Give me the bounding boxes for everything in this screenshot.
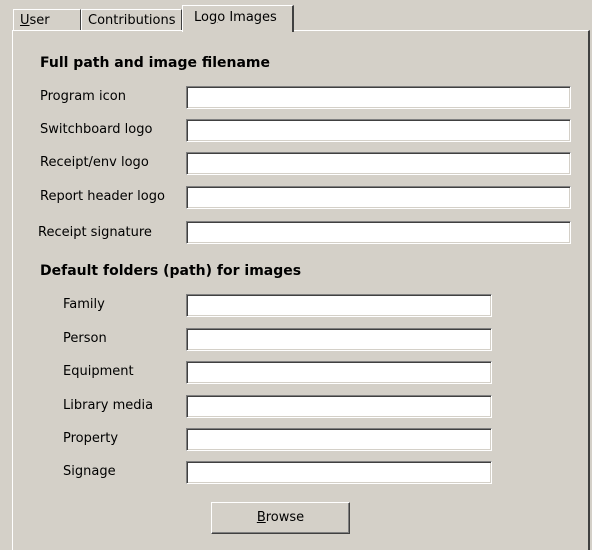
receipt-env-logo-label: Receipt/env logo [40, 155, 149, 170]
tab-logo-images[interactable]: Logo Images [182, 5, 294, 32]
family-label: Family [63, 297, 105, 312]
tab-logo-images-mnemonic: g [208, 10, 218, 25]
library-media-folder-field[interactable] [186, 395, 492, 418]
switchboard-logo-field[interactable] [186, 119, 571, 142]
receipt-signature-label: Receipt signature [38, 225, 152, 240]
browse-button[interactable]: Browse [211, 502, 350, 534]
receipt-env-logo-field[interactable] [186, 152, 571, 175]
program-icon-label: Program icon [40, 89, 126, 104]
tab-user[interactable]: User [13, 9, 81, 31]
section-default-folders-title: Default folders (path) for images [40, 263, 302, 279]
report-header-logo-field[interactable] [186, 186, 571, 209]
equipment-folder-field[interactable] [186, 361, 492, 384]
signage-folder-field[interactable] [186, 461, 492, 484]
report-header-logo-label: Report header logo [40, 189, 165, 204]
switchboard-logo-label: Switchboard logo [40, 122, 153, 137]
section-full-path-title: Full path and image filename [40, 55, 271, 71]
tab-logo-images-rest: o Images [217, 10, 277, 25]
equipment-label: Equipment [63, 364, 134, 379]
browse-label: rowse [265, 510, 305, 525]
person-folder-field[interactable] [186, 328, 492, 351]
receipt-signature-field[interactable] [186, 221, 571, 244]
property-folder-field[interactable] [186, 428, 492, 451]
program-icon-field[interactable] [186, 86, 571, 109]
family-folder-field[interactable] [186, 294, 492, 317]
tab-contributions[interactable]: Contributions [81, 9, 182, 31]
tab-contributions-label: Contributions [88, 13, 176, 28]
property-label: Property [63, 431, 119, 446]
tab-user-label: ser [29, 13, 50, 28]
browse-mnemonic: B [256, 510, 266, 525]
signage-label: Signage [63, 464, 116, 479]
tab-user-mnemonic: U [20, 13, 30, 28]
tab-logo-images-pre: Lo [194, 10, 209, 25]
person-label: Person [63, 331, 107, 346]
library-media-label: Library media [63, 398, 154, 413]
